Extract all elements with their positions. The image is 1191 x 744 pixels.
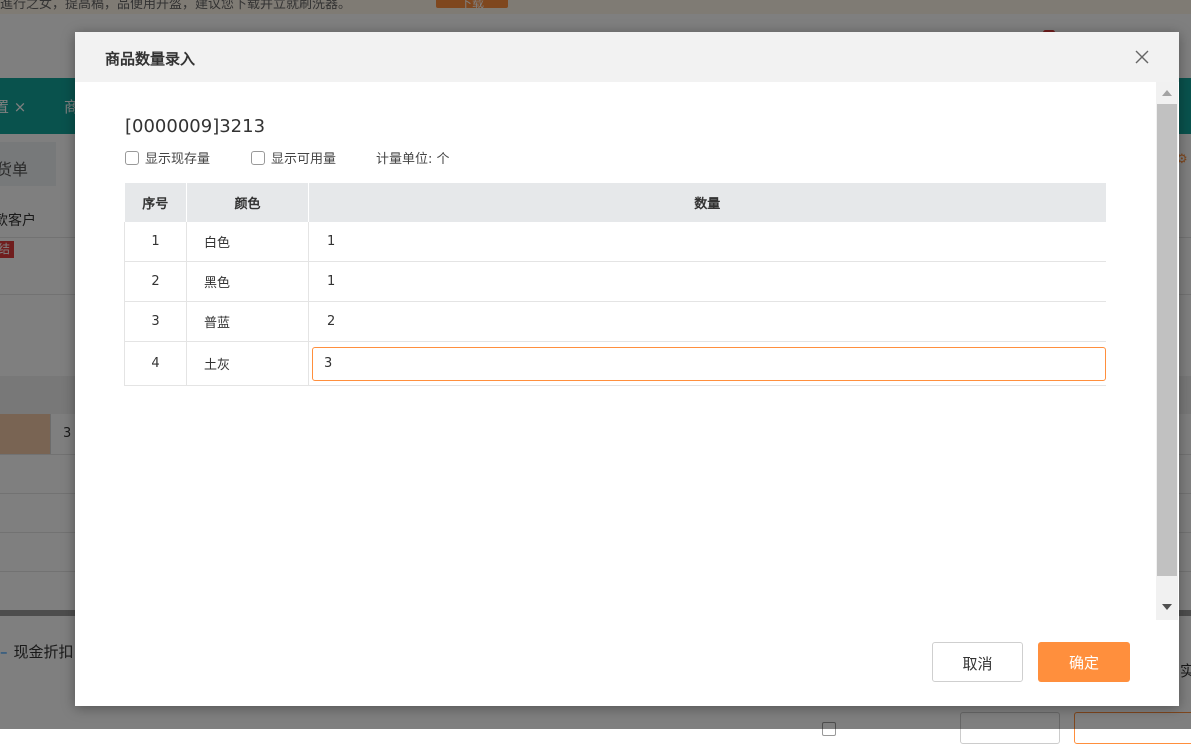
unit-label: 计量单位: 个 bbox=[376, 152, 450, 167]
confirm-button[interactable]: 确定 bbox=[1038, 642, 1130, 682]
table-row: 3 普蓝 2 bbox=[124, 301, 1106, 342]
checkbox-icon[interactable] bbox=[251, 150, 265, 165]
scrollbar-thumb[interactable] bbox=[1157, 104, 1177, 576]
show-available-checkbox[interactable]: 显示可用量 bbox=[251, 148, 336, 167]
dialog-header: 商品数量录入 bbox=[75, 32, 1179, 82]
row-qty-cell[interactable]: 1 bbox=[308, 261, 1106, 302]
row-color: 黑色 bbox=[186, 261, 309, 302]
row-no: 2 bbox=[124, 261, 187, 302]
vertical-scrollbar[interactable] bbox=[1156, 82, 1178, 620]
row-no: 1 bbox=[124, 222, 187, 262]
table-row: 1 白色 1 bbox=[124, 222, 1106, 262]
row-color: 普蓝 bbox=[186, 301, 309, 342]
row-qty-cell[interactable] bbox=[308, 341, 1106, 386]
quantity-input[interactable] bbox=[312, 346, 1106, 381]
column-header-no: 序号 bbox=[124, 183, 187, 222]
show-stock-checkbox[interactable]: 显示现存量 bbox=[125, 148, 210, 167]
dialog-title: 商品数量录入 bbox=[105, 50, 196, 68]
row-no: 4 bbox=[124, 341, 187, 386]
column-header-qty: 数量 bbox=[308, 183, 1106, 222]
checkbox-icon[interactable] bbox=[125, 150, 139, 165]
table-row: 4 土灰 bbox=[124, 341, 1106, 386]
row-color: 土灰 bbox=[186, 341, 309, 386]
product-name: [0000009]3213 bbox=[125, 116, 266, 137]
row-qty-cell[interactable]: 2 bbox=[308, 301, 1106, 342]
cancel-button[interactable]: 取消 bbox=[932, 642, 1023, 682]
scroll-down-icon[interactable] bbox=[1162, 604, 1172, 610]
column-header-color: 颜色 bbox=[186, 183, 309, 222]
quantity-table: 序号 颜色 数量 1 白色 1 2 黑色 1 3 普蓝 2 4 土灰 3 bbox=[124, 183, 1106, 386]
row-qty-cell[interactable]: 1 bbox=[308, 222, 1106, 262]
table-header-row: 序号 颜色 数量 bbox=[124, 183, 1106, 222]
row-color: 白色 bbox=[186, 222, 309, 262]
row-no: 3 bbox=[124, 301, 187, 342]
quantity-entry-dialog: 商品数量录入 [0000009]3213 显示现存量 显示可用量 计量单位: 个… bbox=[75, 32, 1179, 706]
show-stock-label: 显示现存量 bbox=[145, 152, 211, 167]
dialog-body: [0000009]3213 显示现存量 显示可用量 计量单位: 个 序号 颜色 … bbox=[75, 82, 1155, 620]
close-icon[interactable] bbox=[1131, 46, 1153, 68]
show-available-label: 显示可用量 bbox=[271, 152, 337, 167]
scroll-up-icon[interactable] bbox=[1162, 90, 1172, 96]
table-row: 2 黑色 1 bbox=[124, 261, 1106, 302]
